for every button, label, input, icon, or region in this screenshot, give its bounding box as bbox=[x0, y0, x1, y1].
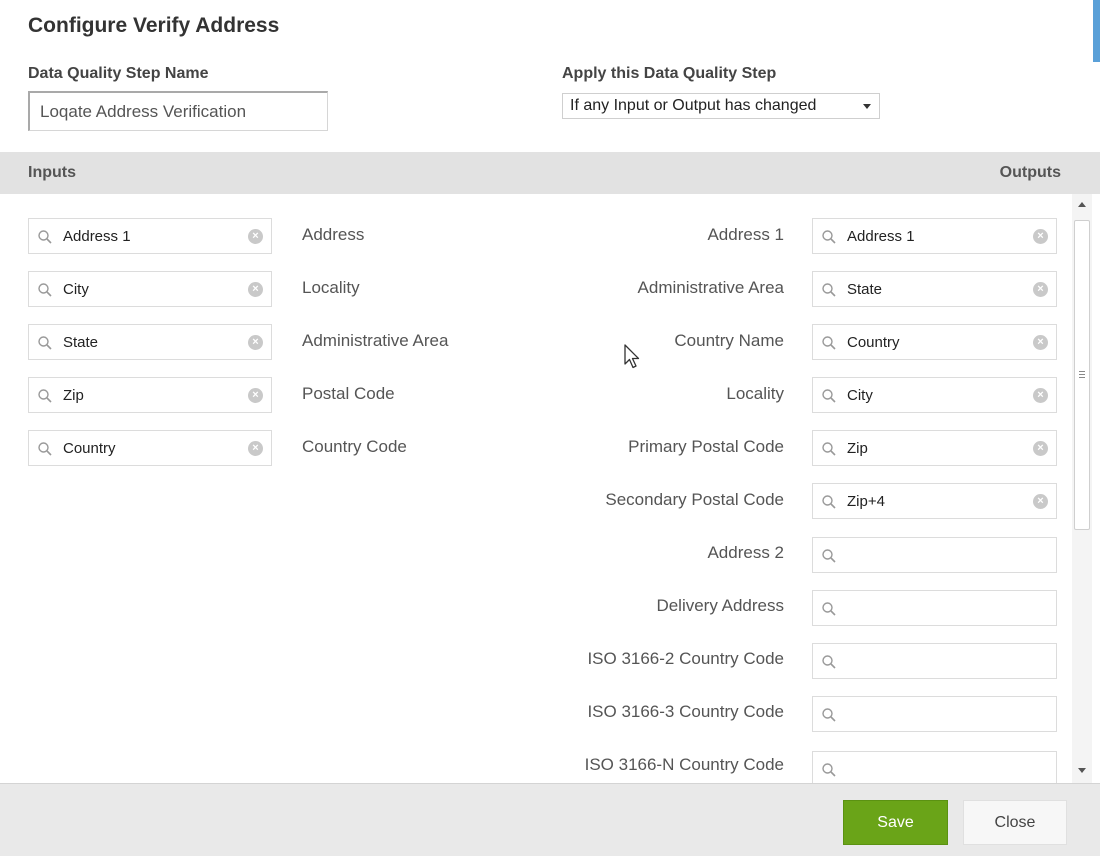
output-name-iso-3166-n: ISO 3166-N Country Code bbox=[584, 755, 784, 774]
clear-icon[interactable]: × bbox=[1033, 335, 1048, 350]
search-icon bbox=[822, 283, 836, 297]
output-field-value: City bbox=[847, 387, 873, 404]
input-name-locality: Locality bbox=[302, 278, 360, 297]
vertical-scrollbar[interactable] bbox=[1072, 194, 1092, 783]
input-field-address[interactable]: Address 1 × bbox=[28, 218, 272, 254]
inputs-heading: Inputs bbox=[28, 164, 76, 181]
clear-icon[interactable]: × bbox=[1033, 388, 1048, 403]
input-name-country-code: Country Code bbox=[302, 437, 407, 456]
apply-step-label: Apply this Data Quality Step bbox=[562, 65, 777, 82]
input-field-value: State bbox=[63, 334, 99, 351]
input-name-postal-code: Postal Code bbox=[302, 384, 395, 403]
output-field-primary-postal-code[interactable]: Zip × bbox=[812, 430, 1057, 466]
inputs-outputs-header: Inputs Outputs bbox=[0, 152, 1100, 194]
search-icon bbox=[822, 655, 836, 669]
mapping-area: Address 1 × Address City × Locality Stat… bbox=[0, 194, 1100, 783]
apply-step-dropdown[interactable]: If any Input or Output has changed bbox=[562, 93, 880, 119]
clear-icon[interactable]: × bbox=[248, 388, 263, 403]
output-name-address-2: Address 2 bbox=[707, 543, 784, 562]
input-field-country-code[interactable]: Country × bbox=[28, 430, 272, 466]
output-field-iso-3166-2[interactable] bbox=[812, 643, 1057, 679]
search-icon bbox=[822, 442, 836, 456]
search-icon bbox=[822, 708, 836, 722]
output-field-value: Country bbox=[847, 334, 900, 351]
scrollbar-thumb[interactable] bbox=[1074, 220, 1090, 530]
grip-icon bbox=[1079, 371, 1085, 378]
clear-icon[interactable]: × bbox=[1033, 441, 1048, 456]
input-field-postal-code[interactable]: Zip × bbox=[28, 377, 272, 413]
output-field-value: Address 1 bbox=[847, 228, 915, 245]
output-field-value: Zip+4 bbox=[847, 493, 885, 510]
search-icon bbox=[822, 230, 836, 244]
mouse-cursor-icon bbox=[624, 344, 640, 369]
output-name-locality: Locality bbox=[726, 384, 784, 403]
input-field-value: Country bbox=[63, 440, 116, 457]
outputs-heading: Outputs bbox=[999, 164, 1061, 181]
output-field-value: Zip bbox=[847, 440, 868, 457]
output-name-administrative-area: Administrative Area bbox=[637, 278, 784, 297]
save-button[interactable]: Save bbox=[843, 800, 948, 845]
chevron-down-icon bbox=[863, 104, 871, 109]
search-icon bbox=[822, 495, 836, 509]
search-icon bbox=[38, 442, 52, 456]
clear-icon[interactable]: × bbox=[248, 335, 263, 350]
search-icon bbox=[38, 283, 52, 297]
search-icon bbox=[822, 602, 836, 616]
search-icon bbox=[38, 230, 52, 244]
output-field-address-2[interactable] bbox=[812, 537, 1057, 573]
output-field-address-1[interactable]: Address 1 × bbox=[812, 218, 1057, 254]
clear-icon[interactable]: × bbox=[1033, 229, 1048, 244]
clear-icon[interactable]: × bbox=[1033, 494, 1048, 509]
search-icon bbox=[822, 549, 836, 563]
output-name-iso-3166-2: ISO 3166-2 Country Code bbox=[587, 649, 784, 668]
output-field-iso-3166-3[interactable] bbox=[812, 696, 1057, 732]
output-field-value: State bbox=[847, 281, 883, 298]
scroll-down-arrow-icon[interactable] bbox=[1078, 768, 1086, 773]
close-button[interactable]: Close bbox=[963, 800, 1067, 845]
output-field-secondary-postal-code[interactable]: Zip+4 × bbox=[812, 483, 1057, 519]
search-icon bbox=[822, 389, 836, 403]
output-field-locality[interactable]: City × bbox=[812, 377, 1057, 413]
output-name-iso-3166-3: ISO 3166-3 Country Code bbox=[587, 702, 784, 721]
input-field-locality[interactable]: City × bbox=[28, 271, 272, 307]
input-field-administrative-area[interactable]: State × bbox=[28, 324, 272, 360]
output-name-primary-postal-code: Primary Postal Code bbox=[628, 437, 784, 456]
dialog-title: Configure Verify Address bbox=[28, 14, 280, 37]
search-icon bbox=[822, 336, 836, 350]
step-name-label: Data Quality Step Name bbox=[28, 65, 209, 82]
clear-icon[interactable]: × bbox=[248, 229, 263, 244]
output-field-administrative-area[interactable]: State × bbox=[812, 271, 1057, 307]
search-icon bbox=[38, 389, 52, 403]
output-field-iso-3166-n[interactable] bbox=[812, 751, 1057, 783]
output-name-delivery-address: Delivery Address bbox=[656, 596, 784, 615]
output-field-delivery-address[interactable] bbox=[812, 590, 1057, 626]
search-icon bbox=[822, 763, 836, 777]
clear-icon[interactable]: × bbox=[248, 282, 263, 297]
output-name-secondary-postal-code: Secondary Postal Code bbox=[605, 490, 784, 509]
search-icon bbox=[38, 336, 52, 350]
output-name-country-name: Country Name bbox=[674, 331, 784, 350]
input-field-value: City bbox=[63, 281, 89, 298]
window-edge bbox=[1093, 0, 1100, 62]
dialog-footer: Save Close bbox=[0, 783, 1100, 856]
input-field-value: Zip bbox=[63, 387, 84, 404]
output-field-country-name[interactable]: Country × bbox=[812, 324, 1057, 360]
input-field-value: Address 1 bbox=[63, 228, 131, 245]
input-name-address: Address bbox=[302, 225, 365, 244]
step-name-input[interactable] bbox=[28, 91, 328, 131]
input-name-administrative-area: Administrative Area bbox=[302, 331, 449, 350]
clear-icon[interactable]: × bbox=[1033, 282, 1048, 297]
apply-step-selected: If any Input or Output has changed bbox=[570, 97, 817, 114]
scroll-up-arrow-icon[interactable] bbox=[1078, 202, 1086, 207]
clear-icon[interactable]: × bbox=[248, 441, 263, 456]
output-name-address-1: Address 1 bbox=[707, 225, 784, 244]
